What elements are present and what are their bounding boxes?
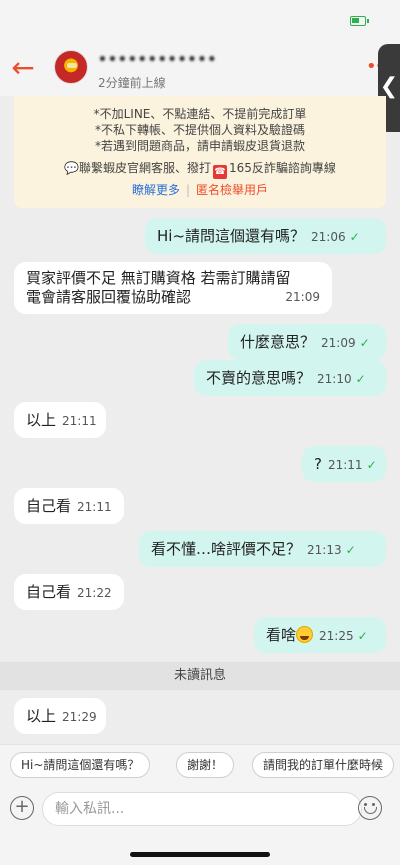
message-time: 21:13	[307, 543, 342, 557]
message-text: 以上	[26, 707, 57, 725]
message-bubble-incoming[interactable]: 以上 21:29	[14, 698, 106, 734]
back-arrow-icon[interactable]: ←	[8, 54, 38, 84]
message-bubble-outgoing[interactable]: ? 21:11 ✓	[302, 446, 386, 482]
report-user-link[interactable]: 匿名檢舉用戶	[196, 183, 268, 197]
notice-line: *若遇到問題商品，請申請蝦皮退貨退款	[94, 139, 305, 153]
quick-replies-bar: Hi~請問這個還有嗎？ 謝謝！ 請問我的訂單什麼時候	[0, 744, 400, 784]
quick-reply-chip[interactable]: 謝謝！	[176, 752, 235, 778]
safety-notice: *不加LINE、不點連結、不提前完成訂單 *不私下轉帳、不提供個人資料及驗證碼 …	[14, 96, 386, 208]
message-bubble-outgoing[interactable]: 看不懂…啥評價不足？ 21:13 ✓	[139, 531, 386, 567]
message-time: 21:11	[62, 414, 97, 428]
message-time: 21:29	[62, 710, 97, 724]
quick-reply-chip[interactable]: 請問我的訂單什麼時候	[252, 752, 395, 778]
message-bubble-incoming[interactable]: 自己看 21:22	[14, 574, 124, 610]
notice-line: *不私下轉帳、不提供個人資料及驗證碼	[94, 123, 305, 137]
message-text: 自己看	[26, 583, 72, 601]
battery-icon	[350, 16, 369, 26]
notice-contact-line: 💬聯繫蝦皮官網客服、撥打 ☎ 165反詐騙諮詢專線	[14, 160, 386, 179]
contact-text: 聯繫蝦皮官網客服、撥打	[79, 161, 212, 175]
read-check-icon: ✓	[345, 543, 356, 557]
message-text: 看啥	[266, 626, 297, 644]
chat-header: ← •••••••••••• 2分鐘前上線 ••	[0, 44, 400, 96]
link-divider: |	[185, 183, 191, 197]
message-input[interactable]: 輸入私訊...	[42, 792, 362, 826]
message-time: 21:11	[77, 500, 112, 514]
message-bubble-incoming[interactable]: 以上 21:11	[14, 402, 106, 438]
message-time: 21:10	[317, 372, 352, 386]
emoji-picker-icon[interactable]	[358, 796, 382, 820]
message-bubble-outgoing[interactable]: 什麼意思？ 21:09 ✓	[228, 324, 386, 360]
message-text: 以上	[26, 411, 57, 429]
message-text: 買家評價不足 無訂購資格 若需訂購請留	[26, 269, 291, 287]
read-check-icon: ✓	[366, 458, 377, 472]
add-attachment-icon[interactable]: +	[10, 796, 34, 820]
message-text: 什麼意思？	[240, 333, 316, 351]
username: ••••••••••••	[98, 52, 218, 68]
message-composer: + 輸入私訊...	[0, 784, 400, 865]
message-time: 21:11	[327, 458, 363, 472]
last-seen-status: 2分鐘前上線	[98, 76, 166, 90]
message-text: 看不懂…啥評價不足？	[151, 540, 302, 558]
learn-more-link[interactable]: 瞭解更多	[132, 183, 180, 197]
home-indicator	[130, 852, 270, 857]
notice-line: *不加LINE、不點連結、不提前完成訂單	[93, 107, 307, 121]
message-time: 21:25	[319, 629, 354, 643]
message-bubble-outgoing[interactable]: 看啥 21:25 ✓	[254, 617, 386, 653]
hotline-text: 165反詐騙諮詢專線	[229, 161, 336, 175]
avatar[interactable]	[54, 50, 88, 84]
status-bar	[0, 0, 400, 44]
read-check-icon: ✓	[359, 336, 370, 350]
message-text: Hi~請問這個還有嗎？	[157, 227, 306, 245]
message-bubble-incoming[interactable]: 買家評價不足 無訂購資格 若需訂購請留 電會請客服回覆協助確認 21:09	[14, 262, 332, 314]
message-time: 21:22	[77, 586, 112, 600]
quick-reply-chip[interactable]: Hi~請問這個還有嗎？	[10, 752, 151, 778]
read-check-icon: ✓	[355, 372, 366, 386]
message-time: 21:09	[321, 336, 356, 350]
phone-icon: ☎	[213, 165, 228, 179]
unread-divider: 未讀訊息	[0, 662, 400, 690]
message-bubble-outgoing[interactable]: Hi~請問這個還有嗎？ 21:06 ✓	[145, 218, 386, 254]
grinning-sweat-emoji-icon	[296, 626, 314, 643]
message-time: 21:06	[311, 230, 346, 244]
message-text-line2: 電會請客服回覆協助確認	[26, 288, 192, 306]
chat-bubble-icon: 💬	[64, 161, 80, 175]
read-check-icon: ✓	[357, 629, 368, 643]
message-time: 21:09	[285, 290, 320, 304]
read-check-icon: ✓	[349, 230, 360, 244]
message-bubble-incoming[interactable]: 自己看 21:11	[14, 488, 124, 524]
message-text: 自己看	[26, 497, 72, 515]
message-bubble-outgoing[interactable]: 不賣的意思嗎？ 21:10 ✓	[194, 360, 386, 396]
message-text: ?	[314, 455, 322, 473]
message-text: 不賣的意思嗎？	[206, 369, 312, 387]
